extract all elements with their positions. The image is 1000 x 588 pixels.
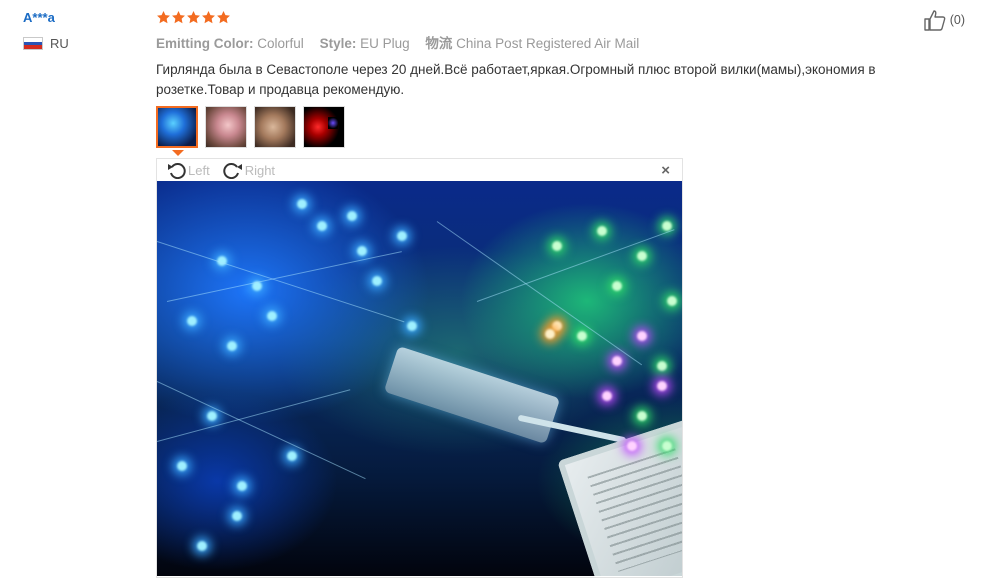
- led-light: [637, 411, 647, 421]
- led-light: [407, 321, 417, 331]
- led-light: [545, 329, 555, 339]
- attr-style-key: Style:: [319, 36, 357, 51]
- led-light: [347, 211, 357, 221]
- led-light: [197, 541, 207, 551]
- led-light: [297, 199, 307, 209]
- led-light: [187, 316, 197, 326]
- attr-style-value: EU Plug: [360, 36, 410, 51]
- led-light: [637, 251, 647, 261]
- attr-color-value: Colorful: [257, 36, 304, 51]
- led-light: [207, 411, 217, 421]
- photo-thumbnail-4[interactable]: [303, 106, 345, 148]
- viewer-toolbar: Left Right ×: [157, 159, 682, 181]
- rotate-right-button[interactable]: Right: [222, 161, 275, 179]
- rotate-left-button[interactable]: Left: [167, 161, 210, 179]
- led-light: [657, 381, 667, 391]
- photo-thumbnail-2[interactable]: [205, 106, 247, 148]
- rotate-left-label: Left: [188, 162, 210, 178]
- photo-thumbnail-1[interactable]: [156, 106, 198, 148]
- photo-viewer: Left Right ×: [156, 158, 683, 578]
- rating-stars: [156, 8, 946, 26]
- led-light: [657, 361, 667, 371]
- reviewer-info: A***a RU: [23, 9, 143, 51]
- photo-thumbnail-3[interactable]: [254, 106, 296, 148]
- attr-color-key: Emitting Color:: [156, 36, 254, 51]
- helpful-button[interactable]: (0): [923, 9, 965, 31]
- close-viewer-button[interactable]: ×: [661, 162, 670, 179]
- helpful-count: (0): [949, 13, 965, 27]
- attr-shipping-value: China Post Registered Air Mail: [456, 36, 640, 51]
- attr-shipping-key: 物流: [425, 36, 453, 51]
- led-light: [267, 311, 277, 321]
- russia-flag-icon: [23, 37, 43, 50]
- led-light: [287, 451, 297, 461]
- rotate-right-icon: [223, 163, 242, 179]
- star-icon: [216, 10, 230, 24]
- photo-thumbnails: [156, 106, 352, 148]
- star-icon: [156, 10, 170, 24]
- thumbs-up-icon: [924, 10, 946, 31]
- active-thumbnail-pointer: [172, 150, 184, 156]
- review-text: Гирлянда была в Севастополе через 20 дне…: [156, 62, 876, 97]
- led-light: [667, 296, 677, 306]
- review-content: Emitting Color: Colorful Style: EU Plug …: [156, 8, 946, 100]
- order-attributes: Emitting Color: Colorful Style: EU Plug …: [156, 32, 946, 52]
- led-light: [577, 331, 587, 341]
- led-light: [237, 481, 247, 491]
- led-light: [602, 391, 612, 401]
- led-light: [357, 246, 367, 256]
- rotate-left-icon: [168, 163, 186, 179]
- led-light: [397, 231, 407, 241]
- led-light: [552, 241, 562, 251]
- led-light: [612, 356, 622, 366]
- led-light: [227, 341, 237, 351]
- led-light: [177, 461, 187, 471]
- star-icon: [171, 10, 185, 24]
- led-light: [232, 511, 242, 521]
- star-icon: [201, 10, 215, 24]
- review-photo: [157, 181, 682, 576]
- reviewer-country: RU: [23, 36, 143, 51]
- led-light: [627, 441, 637, 451]
- star-icon: [186, 10, 200, 24]
- led-light: [612, 281, 622, 291]
- country-code: RU: [50, 36, 69, 51]
- led-light: [637, 331, 647, 341]
- led-light: [597, 226, 607, 236]
- led-light: [317, 221, 327, 231]
- rotate-right-label: Right: [244, 162, 276, 178]
- reviewer-name: A***a: [23, 10, 55, 25]
- led-light: [372, 276, 382, 286]
- led-light: [662, 441, 672, 451]
